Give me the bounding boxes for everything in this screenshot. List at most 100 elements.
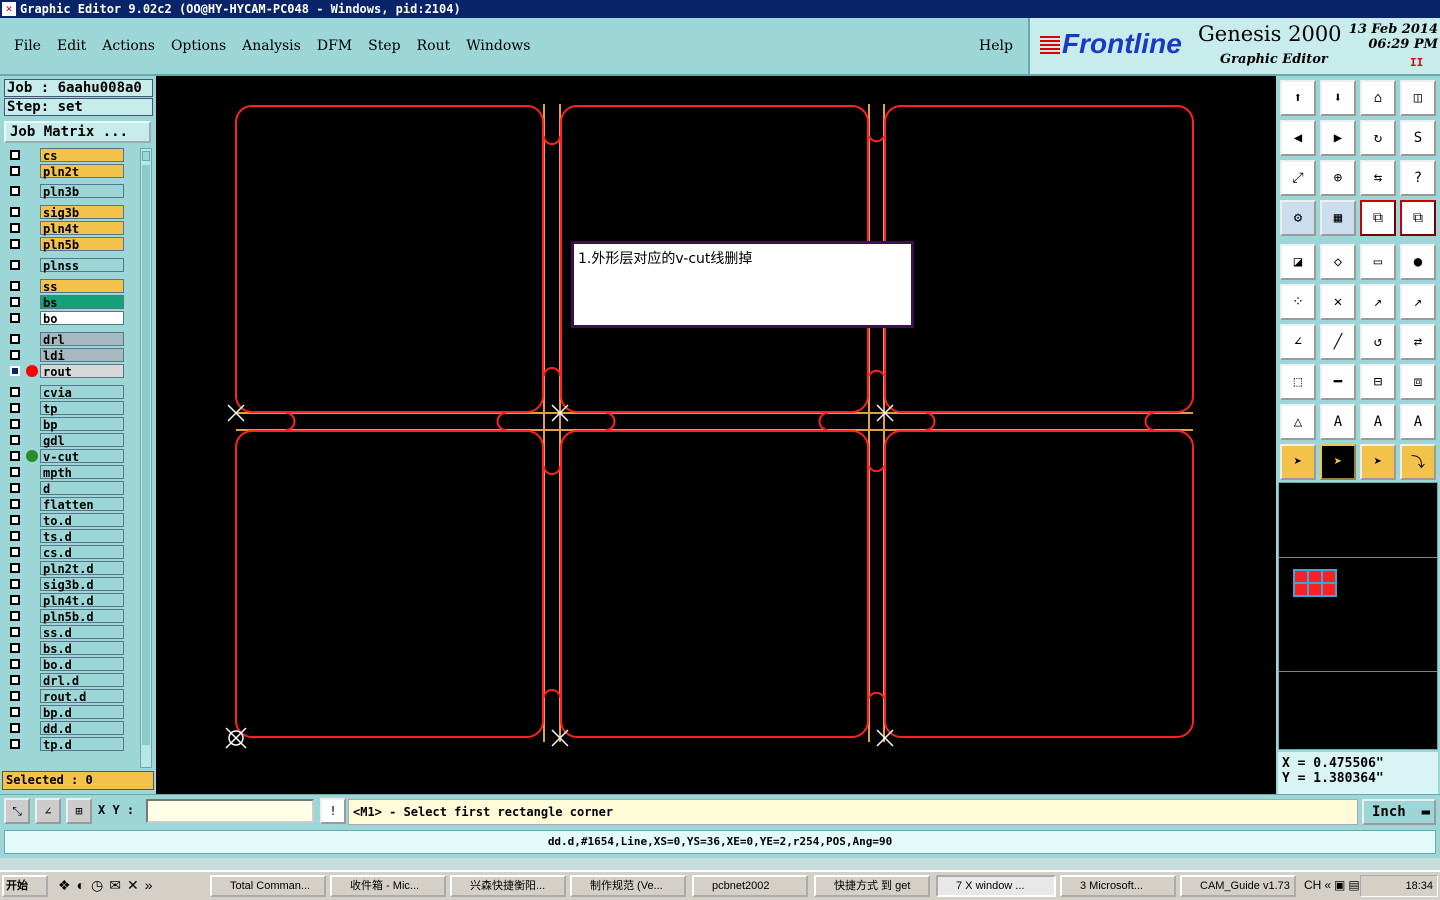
menu-rout[interactable]: Rout (417, 38, 451, 54)
cut-line-icon[interactable]: ━ (1320, 364, 1356, 400)
browser-icon[interactable]: ◐ (77, 877, 85, 897)
overview-panel[interactable] (1278, 482, 1438, 750)
delete-icon[interactable]: ✕ (1320, 284, 1356, 320)
graphic-canvas[interactable] (156, 76, 1276, 794)
outlook-icon[interactable]: ✉ (109, 877, 121, 897)
task-inbox[interactable]: 收件箱 - Mic... (330, 875, 446, 897)
layer-scrollbar[interactable] (140, 148, 152, 768)
layer-row[interactable]: gdl (6, 433, 124, 448)
layer-checkbox[interactable] (10, 435, 20, 445)
layer-checkbox[interactable] (10, 207, 20, 217)
layer-row[interactable]: cs.d (6, 545, 124, 560)
job-matrix-button[interactable]: Job Matrix ... (4, 121, 151, 143)
layer-checkbox[interactable] (10, 419, 20, 429)
layer-row[interactable]: pln5b (6, 237, 124, 252)
layer-row[interactable]: ldi (6, 348, 124, 363)
layer-row[interactable]: bo.d (6, 657, 124, 672)
task-xingsen[interactable]: 兴森快捷衡阳... (450, 875, 566, 897)
measure-tool-icon[interactable]: ∠ (35, 798, 61, 824)
layer-checkbox[interactable] (10, 451, 20, 461)
layer-checkbox[interactable] (10, 350, 20, 360)
layer-checkbox[interactable] (10, 186, 20, 196)
task-total-commander[interactable]: Total Comman... (210, 875, 326, 897)
menu-file[interactable]: File (14, 38, 41, 54)
layer-row[interactable]: ss.d (6, 625, 124, 640)
zoom-up-icon[interactable]: ⬆ (1280, 80, 1316, 116)
task-microsoft[interactable]: 3 Microsoft... (1060, 875, 1176, 897)
text-a3-icon[interactable]: A (1400, 404, 1436, 440)
layer-checkbox[interactable] (10, 595, 20, 605)
layer-checkbox[interactable] (10, 707, 20, 717)
layer-checkbox[interactable] (10, 739, 20, 749)
layer-row[interactable]: drl.d (6, 673, 124, 688)
layer-checkbox[interactable] (10, 281, 20, 291)
zoom-window-icon[interactable]: ⤡ (4, 798, 30, 824)
more-quicklaunch-icon[interactable]: » (145, 877, 153, 897)
layer-row[interactable]: tp.d (6, 737, 124, 752)
layer-row[interactable]: pln2t.d (6, 561, 124, 576)
layer-row[interactable]: rout (6, 364, 124, 379)
layer-checkbox[interactable] (10, 260, 20, 270)
layer-checkbox[interactable] (10, 297, 20, 307)
task-spec[interactable]: 制作规范 (Ve... (570, 875, 686, 897)
layer-checkbox[interactable] (10, 531, 20, 541)
menu-options[interactable]: Options (171, 38, 226, 54)
layer-checkbox[interactable] (10, 403, 20, 413)
layer-checkbox[interactable] (10, 547, 20, 557)
task-pcbnet[interactable]: pcbnet2002 (692, 875, 808, 897)
start-button[interactable]: 开始 (2, 875, 48, 897)
layer-row[interactable]: bs.d (6, 641, 124, 656)
triangle-icon[interactable]: △ (1280, 404, 1316, 440)
layer-row[interactable]: bp.d (6, 705, 124, 720)
unit-selector[interactable]: Inch ▬ (1362, 799, 1436, 825)
layer-checkbox[interactable] (10, 659, 20, 669)
layer-checkbox[interactable] (10, 387, 20, 397)
pan-left-icon[interactable]: ◀ (1280, 120, 1316, 156)
network-icon[interactable]: ▣ (1334, 878, 1345, 892)
layer-checkbox[interactable] (10, 579, 20, 589)
menu-edit[interactable]: Edit (57, 38, 86, 54)
task-cam-guide[interactable]: CAM_Guide v1.73 (1180, 875, 1296, 897)
task-xwindow[interactable]: 7 X window ... (936, 875, 1056, 897)
layer-row[interactable]: ts.d (6, 529, 124, 544)
layer-checkbox[interactable] (10, 366, 20, 376)
select-area-icon[interactable]: ➤ (1320, 444, 1356, 480)
layer-row[interactable]: plnss (6, 258, 124, 273)
layer-row[interactable]: d (6, 481, 124, 496)
layer-row[interactable]: drl (6, 332, 124, 347)
layer-checkbox[interactable] (10, 499, 20, 509)
layer-row[interactable]: tp (6, 401, 124, 416)
scroll-up-arrow-icon[interactable] (142, 151, 150, 161)
layer-row[interactable]: bp (6, 417, 124, 432)
menu-help[interactable]: Help (979, 38, 1013, 54)
layer-row[interactable]: pln5b.d (6, 609, 124, 624)
copy-icon[interactable]: ↗ (1400, 284, 1436, 320)
clock-app-icon[interactable]: ◷ (91, 877, 103, 897)
home-icon[interactable]: ⌂ (1360, 80, 1396, 116)
zoom-down-icon[interactable]: ⬇ (1320, 80, 1356, 116)
layer-row[interactable]: cvia (6, 385, 124, 400)
layer-row[interactable]: pln4t.d (6, 593, 124, 608)
select-pointer-icon[interactable]: ➤ (1280, 444, 1316, 480)
text-a2-icon[interactable]: A (1360, 404, 1396, 440)
layer-checkbox[interactable] (10, 627, 20, 637)
add-feature-icon[interactable]: ◪ (1280, 244, 1316, 280)
select-inside-icon[interactable]: ➤ (1360, 444, 1396, 480)
layer-checkbox[interactable] (10, 166, 20, 176)
pause-indicator[interactable]: II (1410, 56, 1423, 69)
grid-icon[interactable]: ▦ (1320, 200, 1356, 236)
mirror-icon[interactable]: ⇄ (1400, 324, 1436, 360)
layer-row[interactable]: cs (6, 148, 124, 163)
layer-compare-icon[interactable]: ⧉ (1360, 200, 1396, 236)
menu-dfm[interactable]: DFM (317, 38, 352, 54)
layer-row[interactable]: mpth (6, 465, 124, 480)
layer-row[interactable]: to.d (6, 513, 124, 528)
dimension-icon[interactable]: ⊟ (1360, 364, 1396, 400)
xy-input[interactable] (146, 799, 314, 823)
line-icon[interactable]: ╱ (1320, 324, 1356, 360)
redraw-icon[interactable]: ↻ (1360, 120, 1396, 156)
info-icon[interactable]: ! (320, 798, 346, 824)
clone-icon[interactable]: ⧈ (1400, 364, 1436, 400)
layer-checkbox[interactable] (10, 723, 20, 733)
layer-checkbox[interactable] (10, 691, 20, 701)
